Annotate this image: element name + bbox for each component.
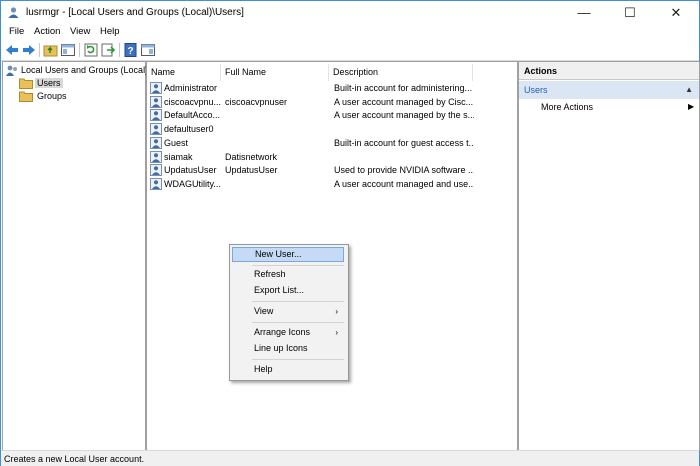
- cell-description: Used to provide NVIDIA software ...: [334, 165, 474, 176]
- status-text: Creates a new Local User account.: [4, 454, 145, 464]
- toolbar: ?: [1, 40, 699, 61]
- menu-item-new-user-label: New User...: [255, 249, 302, 259]
- menu-item-arrange-icons[interactable]: Arrange Icons ›: [232, 325, 344, 340]
- table-row[interactable]: WDAGUtility... A user account managed and…: [147, 177, 477, 191]
- column-header-name[interactable]: Name: [147, 64, 221, 81]
- menu-item-export-list[interactable]: Export List...: [232, 283, 344, 298]
- cell-full-name: Datisnetwork: [225, 151, 278, 162]
- cell-full-name: UpdatusUser: [225, 165, 278, 176]
- submenu-arrow-icon: ›: [335, 328, 338, 337]
- actions-section-users[interactable]: Users ▲: [519, 81, 699, 99]
- menu-bar: File Action View Help: [1, 24, 699, 40]
- cell-name: defaultuser0: [164, 124, 214, 135]
- menu-item-refresh-label: Refresh: [254, 269, 286, 279]
- menu-item-line-up-icons-label: Line up Icons: [254, 343, 308, 353]
- cell-name: DefaultAcco...: [164, 110, 221, 121]
- table-row[interactable]: defaultuser0: [147, 123, 477, 136]
- table-row[interactable]: Administrator Built-in account for admini…: [147, 82, 477, 95]
- cell-name: Administrator: [164, 83, 218, 93]
- table-row[interactable]: siamak Datisnetwork: [147, 150, 477, 164]
- mmc-window: lusrmgr - [Local Users and Groups (Local…: [0, 0, 700, 466]
- user-icon: [150, 177, 162, 190]
- column-header-description[interactable]: Description: [329, 64, 473, 81]
- window-title: lusrmgr - [Local Users and Groups (Local…: [26, 7, 244, 18]
- title-bar: lusrmgr - [Local Users and Groups (Local…: [1, 1, 699, 24]
- toolbar-separator: [39, 43, 40, 57]
- cell-description: A user account managed and use...: [334, 178, 474, 189]
- app-users-icon: [8, 7, 19, 18]
- menu-item-arrange-icons-label: Arrange Icons: [254, 327, 311, 337]
- status-bar: Creates a new Local User account.: [1, 450, 699, 466]
- menu-separator: [252, 301, 344, 302]
- cell-full-name: ciscoacvpnuser: [225, 96, 288, 107]
- column-header-full-name[interactable]: Full Name: [221, 64, 329, 81]
- user-icon: [150, 136, 162, 149]
- user-icon: [150, 82, 162, 94]
- context-menu: New User... Refresh Export List... View …: [229, 244, 349, 381]
- user-icon: [150, 150, 162, 163]
- users-groups-icon: [6, 65, 17, 76]
- maximize-button[interactable]: ☐: [607, 1, 653, 24]
- menu-action[interactable]: Action: [34, 26, 60, 37]
- menu-separator: [252, 359, 344, 360]
- menu-view[interactable]: View: [70, 26, 90, 37]
- menu-item-help-label: Help: [254, 364, 273, 374]
- actions-section-label: Users: [524, 85, 548, 95]
- menu-file[interactable]: File: [9, 26, 24, 37]
- tree-item-groups-label: Groups: [37, 91, 67, 101]
- submenu-arrow-icon: ›: [335, 307, 338, 316]
- submenu-arrow-icon: ▶: [688, 102, 695, 111]
- more-actions-label: More Actions: [541, 102, 594, 112]
- menu-item-refresh[interactable]: Refresh: [232, 267, 344, 282]
- tree-item-users-label: Users: [35, 78, 63, 88]
- cell-description: Built-in account for administering...: [334, 83, 473, 93]
- cell-name: siamak: [164, 151, 193, 162]
- console-tree: Local Users and Groups (Local) Users Gro…: [2, 61, 149, 451]
- cell-description: A user account managed by Cisc...: [334, 96, 474, 107]
- close-button[interactable]: ✕: [653, 1, 699, 24]
- toolbar-separator: [79, 43, 80, 57]
- menu-separator: [252, 322, 344, 323]
- user-icon: [150, 123, 162, 136]
- menu-separator: [252, 265, 344, 266]
- table-row[interactable]: Guest Built-in account for guest access t…: [147, 136, 477, 150]
- menu-item-export-list-label: Export List...: [254, 285, 305, 295]
- menu-item-view-label: View: [254, 306, 274, 316]
- up-folder-icon[interactable]: [43, 42, 59, 58]
- folder-icon: [19, 78, 33, 89]
- cell-name: WDAGUtility...: [164, 178, 221, 189]
- actions-title: Actions: [519, 62, 699, 80]
- show-hide-tree-icon[interactable]: [60, 42, 76, 58]
- tree-root-label: Local Users and Groups (Local): [21, 65, 149, 75]
- svg-text:?: ?: [127, 46, 133, 57]
- collapse-up-icon[interactable]: ▲: [685, 81, 693, 99]
- properties-icon[interactable]: [140, 42, 156, 58]
- cell-description: A user account managed by the s...: [334, 110, 474, 121]
- cell-name: UpdatusUser: [164, 165, 217, 176]
- menu-item-line-up-icons[interactable]: Line up Icons: [232, 341, 344, 356]
- cell-description: Built-in account for guest access t...: [334, 137, 474, 148]
- table-row[interactable]: ciscoacvpnu... ciscoacvpnuser A user accou…: [147, 95, 477, 109]
- user-icon: [150, 164, 162, 177]
- help-icon[interactable]: ?: [123, 42, 139, 58]
- user-icon: [150, 109, 162, 122]
- table-row[interactable]: UpdatusUser UpdatusUser Used to provide NV…: [147, 164, 477, 177]
- refresh-icon[interactable]: [83, 42, 99, 58]
- menu-item-help[interactable]: Help: [232, 362, 344, 377]
- menu-item-new-user[interactable]: New User...: [232, 247, 344, 262]
- cell-name: ciscoacvpnu...: [164, 96, 222, 107]
- export-list-icon[interactable]: [100, 42, 116, 58]
- user-icon: [150, 95, 162, 108]
- actions-pane: Actions Users ▲ More Actions ▶: [518, 61, 700, 451]
- toolbar-separator: [119, 43, 120, 57]
- table-row[interactable]: DefaultAcco... A user account managed by …: [147, 109, 477, 122]
- more-actions-item[interactable]: More Actions: [541, 102, 593, 112]
- folder-icon: [19, 91, 33, 102]
- menu-item-view[interactable]: View ›: [232, 304, 344, 319]
- back-icon[interactable]: [4, 42, 20, 58]
- forward-icon[interactable]: [21, 42, 37, 58]
- menu-help[interactable]: Help: [100, 26, 120, 37]
- cell-name: Guest: [164, 137, 189, 148]
- minimize-button[interactable]: —: [561, 1, 607, 24]
